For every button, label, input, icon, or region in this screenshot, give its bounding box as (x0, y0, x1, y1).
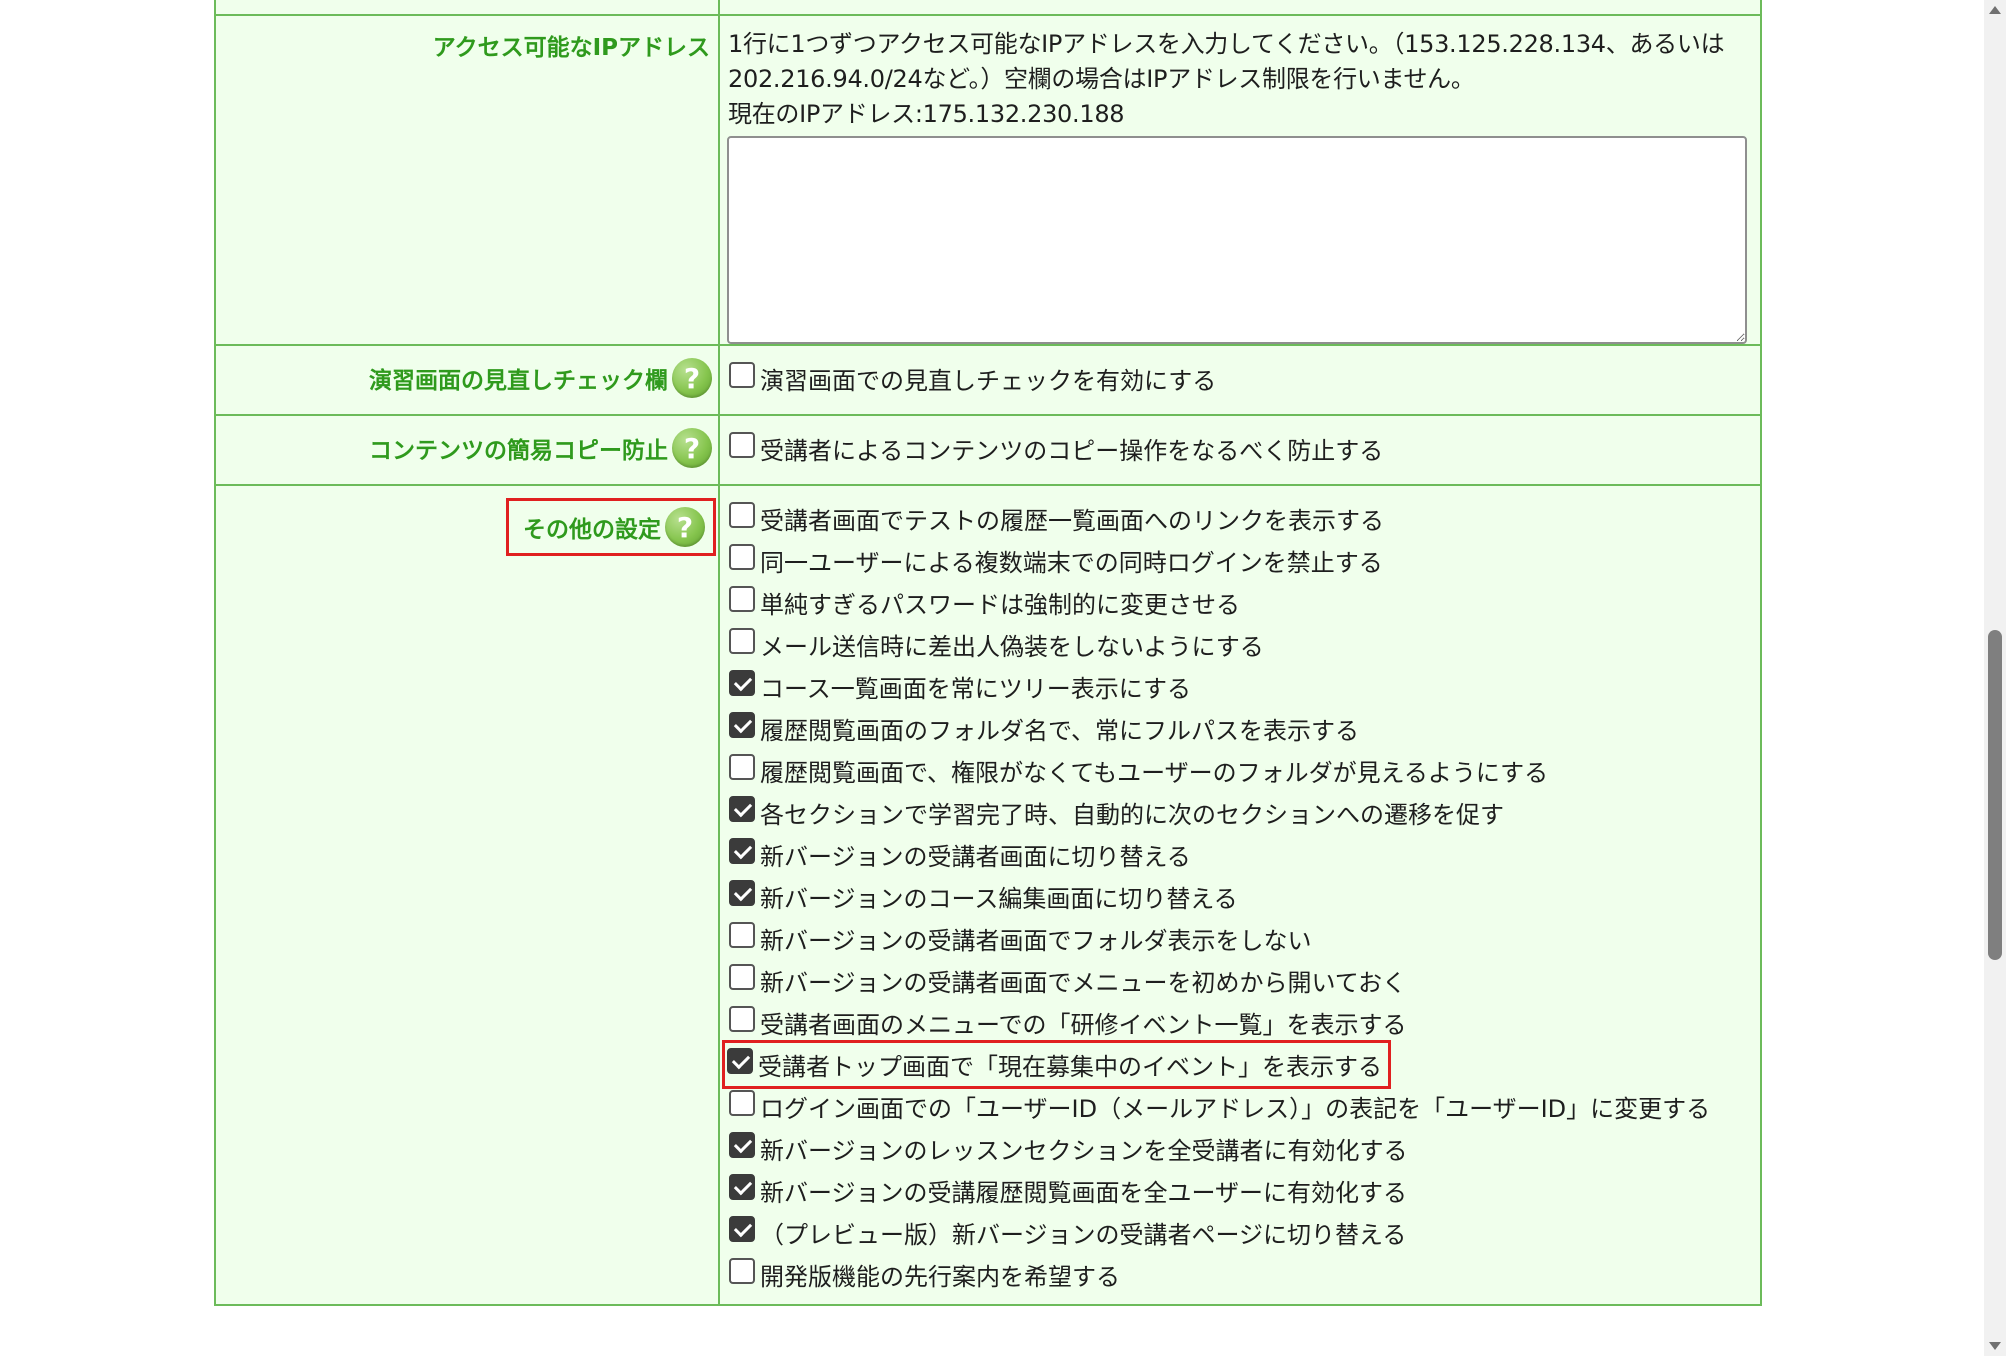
checkbox-label[interactable]: 演習画面での見直しチェックを有効にする (760, 361, 1216, 396)
highlighted-option-box: 受講者トップ画面で「現在募集中のイベント」を表示する (722, 1039, 1391, 1089)
other-settings-label-highlight: その他の設定 ? (506, 498, 716, 556)
checkbox[interactable] (729, 922, 755, 948)
checkbox-label[interactable]: コース一覧画面を常にツリー表示にする (760, 669, 1191, 704)
checkbox-option[interactable]: 演習画面での見直しチェックを有効にする (720, 357, 1760, 399)
checkbox-label[interactable]: 履歴閲覧画面のフォルダ名で、常にフルパスを表示する (760, 711, 1359, 746)
checkbox[interactable] (729, 586, 755, 612)
copy-protect-row: コンテンツの簡易コピー防止 ? 受講者によるコンテンツのコピー操作をなるべく防止… (214, 414, 1762, 486)
table-row-top-partial (214, 0, 1762, 16)
checkbox-option[interactable]: 各セクションで学習完了時、自動的に次のセクションへの遷移を促す (720, 791, 1760, 833)
checkbox-label[interactable]: 受講者によるコンテンツのコピー操作をなるべく防止する (760, 431, 1383, 466)
copy-protect-value-cell: 受講者によるコンテンツのコピー操作をなるべく防止する (718, 414, 1762, 486)
checkbox-label[interactable]: メール送信時に差出人偽装をしないようにする (760, 627, 1264, 662)
checkbox-option[interactable]: 新バージョンの受講履歴閲覧画面を全ユーザーに有効化する (720, 1169, 1760, 1211)
checkbox-label[interactable]: 新バージョンの受講履歴閲覧画面を全ユーザーに有効化する (760, 1173, 1407, 1208)
checkbox[interactable] (729, 502, 755, 528)
checkbox-label[interactable]: 同一ユーザーによる複数端末での同時ログインを禁止する (760, 543, 1383, 578)
review-options: 演習画面での見直しチェックを有効にする (720, 346, 1760, 399)
other-settings-label-cell: その他の設定 ? (214, 484, 720, 1306)
checkbox[interactable] (729, 670, 755, 696)
checkbox-option[interactable]: （プレビュー版）新バージョンの受講者ページに切り替える (720, 1211, 1760, 1253)
checkbox-option[interactable]: 開発版機能の先行案内を希望する (720, 1253, 1760, 1295)
checkbox[interactable] (729, 880, 755, 906)
checkbox[interactable] (729, 432, 755, 458)
ip-description: 1行に1つずつアクセス可能なIPアドレスを入力してください。（153.125.2… (720, 16, 1760, 132)
checkbox-option[interactable]: コース一覧画面を常にツリー表示にする (720, 665, 1760, 707)
checkbox-label[interactable]: 受講者トップ画面で「現在募集中のイベント」を表示する (758, 1047, 1382, 1082)
checkbox-label[interactable]: 新バージョンの受講者画面でフォルダ表示をしない (760, 921, 1312, 956)
checkbox[interactable] (729, 362, 755, 388)
checkbox-option[interactable]: ログイン画面での「ユーザーID（メールアドレス）」の表記を「ユーザーID」に変更… (720, 1085, 1760, 1127)
checkbox-option[interactable]: 新バージョンのレッスンセクションを全受講者に有効化する (720, 1127, 1760, 1169)
other-settings-row: その他の設定 ? 受講者画面でテストの履歴一覧画面へのリンクを表示する 同一ユーザ… (214, 484, 1762, 1306)
checkbox-option[interactable]: 受講者画面のメニューでの「研修イベント一覧」を表示する (720, 1001, 1760, 1043)
checkbox[interactable] (729, 796, 755, 822)
checkbox-label[interactable]: 単純すぎるパスワードは強制的に変更させる (760, 585, 1240, 620)
checkbox-label[interactable]: 新バージョンのレッスンセクションを全受講者に有効化する (760, 1131, 1408, 1166)
scrollbar-thumb[interactable] (1988, 630, 2002, 960)
scroll-down-arrow-icon[interactable] (1989, 1342, 2001, 1350)
checkbox[interactable] (727, 1048, 753, 1074)
checkbox[interactable] (729, 1174, 755, 1200)
checkbox-label[interactable]: 履歴閲覧画面で、権限がなくてもユーザーのフォルダが見えるようにする (760, 753, 1548, 788)
ip-address-value-cell: 1行に1つずつアクセス可能なIPアドレスを入力してください。（153.125.2… (718, 14, 1762, 346)
ip-desc-line1: 1行に1つずつアクセス可能なIPアドレスを入力してください。（153.125.2… (728, 30, 1725, 58)
settings-table: アクセス可能なIPアドレス 1行に1つずつアクセス可能なIPアドレスを入力してく… (214, 0, 1762, 1306)
checkbox-option[interactable]: 受講者によるコンテンツのコピー操作をなるべく防止する (720, 427, 1760, 469)
checkbox-label[interactable]: （プレビュー版）新バージョンの受講者ページに切り替える (760, 1215, 1406, 1250)
review-check-value-cell: 演習画面での見直しチェックを有効にする (718, 344, 1762, 416)
checkbox-label[interactable]: 各セクションで学習完了時、自動的に次のセクションへの遷移を促す (760, 795, 1504, 830)
checkbox-label[interactable]: 新バージョンの受講者画面に切り替える (760, 837, 1191, 872)
help-icon[interactable]: ? (672, 428, 712, 468)
checkbox-label[interactable]: 受講者画面のメニューでの「研修イベント一覧」を表示する (760, 1005, 1407, 1040)
other-settings-value-cell: 受講者画面でテストの履歴一覧画面へのリンクを表示する 同一ユーザーによる複数端末で… (718, 484, 1762, 1306)
vertical-scrollbar[interactable] (1984, 0, 2006, 1356)
checkbox[interactable] (729, 1258, 755, 1284)
checkbox[interactable] (729, 1132, 755, 1158)
checkbox-option[interactable]: 新バージョンの受講者画面でメニューを初めから開いておく (720, 959, 1760, 1001)
ip-address-row: アクセス可能なIPアドレス 1行に1つずつアクセス可能なIPアドレスを入力してく… (214, 14, 1762, 346)
checkbox[interactable] (729, 1090, 755, 1116)
copy-protect-label: コンテンツの簡易コピー防止 (369, 438, 668, 464)
checkbox-option[interactable]: 新バージョンの受講者画面に切り替える (720, 833, 1760, 875)
checkbox-label[interactable]: 新バージョンのコース編集画面に切り替える (760, 879, 1238, 914)
checkbox-option[interactable]: 履歴閲覧画面で、権限がなくてもユーザーのフォルダが見えるようにする (720, 749, 1760, 791)
checkbox[interactable] (729, 628, 755, 654)
checkbox-option[interactable]: 新バージョンの受講者画面でフォルダ表示をしない (720, 917, 1760, 959)
checkbox-option[interactable]: 単純すぎるパスワードは強制的に変更させる (720, 581, 1760, 623)
other-settings-label: その他の設定 (523, 517, 661, 543)
help-icon[interactable]: ? (672, 358, 712, 398)
checkbox-option[interactable]: 同一ユーザーによる複数端末での同時ログインを禁止する (720, 539, 1760, 581)
ip-address-textarea[interactable] (727, 136, 1747, 344)
checkbox[interactable] (729, 754, 755, 780)
review-check-label-cell: 演習画面の見直しチェック欄 ? (214, 344, 720, 416)
copy-options: 受講者によるコンテンツのコピー操作をなるべく防止する (720, 416, 1760, 469)
checkbox-option[interactable]: 受講者画面でテストの履歴一覧画面へのリンクを表示する (720, 497, 1760, 539)
checkbox-label[interactable]: 新バージョンの受講者画面でメニューを初めから開いておく (760, 963, 1406, 998)
checkbox[interactable] (729, 964, 755, 990)
checkbox-option[interactable]: 新バージョンのコース編集画面に切り替える (720, 875, 1760, 917)
checkbox-label[interactable]: 受講者画面でテストの履歴一覧画面へのリンクを表示する (760, 501, 1384, 536)
checkbox[interactable] (729, 544, 755, 570)
checkbox[interactable] (729, 712, 755, 738)
other-options: 受講者画面でテストの履歴一覧画面へのリンクを表示する 同一ユーザーによる複数端末で… (720, 486, 1760, 1295)
checkbox-option[interactable]: 履歴閲覧画面のフォルダ名で、常にフルパスを表示する (720, 707, 1760, 749)
scroll-up-arrow-icon[interactable] (1989, 6, 2001, 14)
checkbox[interactable] (729, 1216, 755, 1242)
checkbox[interactable] (729, 838, 755, 864)
help-icon[interactable]: ? (665, 507, 705, 547)
review-check-label: 演習画面の見直しチェック欄 (369, 368, 668, 394)
checkbox[interactable] (729, 1006, 755, 1032)
ip-address-label-cell: アクセス可能なIPアドレス (214, 14, 720, 346)
copy-protect-label-cell: コンテンツの簡易コピー防止 ? (214, 414, 720, 486)
current-ip-text: 現在のIPアドレス:175.132.230.188 (728, 100, 1125, 128)
checkbox-option[interactable]: 受講者トップ画面で「現在募集中のイベント」を表示する (720, 1039, 1760, 1089)
ip-address-label: アクセス可能なIPアドレス (432, 35, 710, 61)
ip-desc-line2: 202.216.94.0/24など。）空欄の場合はIPアドレス制限を行いません。 (728, 65, 1475, 93)
checkbox-label[interactable]: 開発版機能の先行案内を希望する (760, 1257, 1120, 1292)
review-check-row: 演習画面の見直しチェック欄 ? 演習画面での見直しチェックを有効にする (214, 344, 1762, 416)
checkbox-label[interactable]: ログイン画面での「ユーザーID（メールアドレス）」の表記を「ユーザーID」に変更… (760, 1089, 1710, 1124)
checkbox-option[interactable]: メール送信時に差出人偽装をしないようにする (720, 623, 1760, 665)
